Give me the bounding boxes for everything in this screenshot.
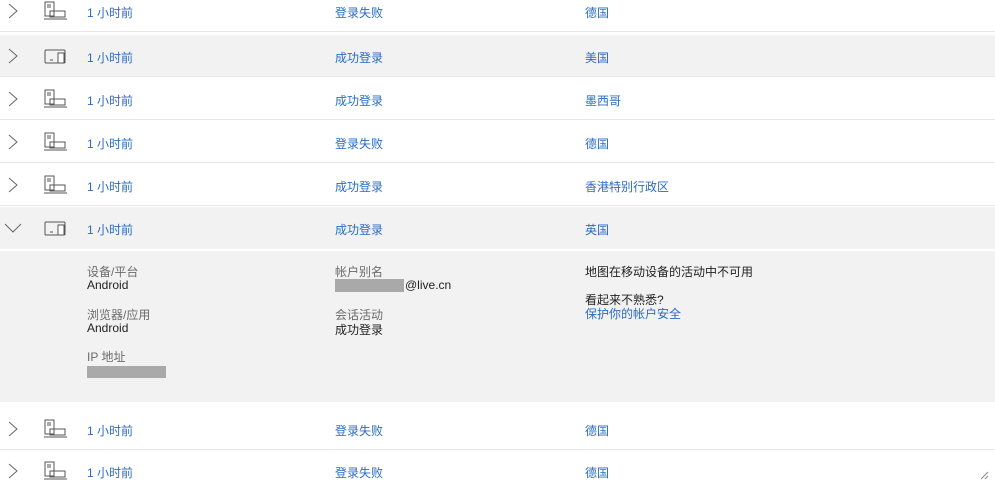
desktop-icon: [44, 1, 67, 20]
activity-row[interactable]: 1 小时前 成功登录 美国: [0, 35, 995, 77]
desktop-icon: [44, 89, 67, 108]
activity-location[interactable]: 德国: [585, 422, 609, 439]
activity-status[interactable]: 登录失败: [335, 135, 383, 152]
activity-row[interactable]: 1 小时前 成功登录 墨西哥: [0, 78, 995, 120]
activity-status[interactable]: 成功登录: [335, 221, 383, 238]
activity-status[interactable]: 登录失败: [335, 422, 383, 439]
session-activity-value: 成功登录: [335, 323, 384, 337]
chevron-right-icon[interactable]: [6, 91, 20, 107]
activity-status[interactable]: 成功登录: [335, 178, 383, 195]
map-unavailable-text: 地图在移动设备的活动中不可用: [585, 265, 754, 279]
browser-app-value: Android: [87, 321, 129, 335]
activity-status[interactable]: 成功登录: [335, 92, 383, 109]
activity-location[interactable]: 墨西哥: [585, 92, 621, 109]
secure-account-link[interactable]: 保护你的帐户安全: [585, 305, 681, 322]
activity-row[interactable]: 1 小时前 登录失败 德国: [0, 408, 995, 450]
account-alias-domain: @live.cn: [405, 278, 452, 292]
chevron-right-icon[interactable]: [6, 463, 20, 479]
activity-location[interactable]: 美国: [585, 49, 609, 66]
desktop-icon: [44, 419, 67, 438]
activity-status[interactable]: 成功登录: [335, 49, 383, 66]
activity-location[interactable]: 德国: [585, 464, 609, 481]
resize-grip-icon[interactable]: [979, 470, 989, 480]
activity-row[interactable]: 1 小时前 登录失败 德国: [0, 121, 995, 163]
activity-row[interactable]: 1 小时前 成功登录 香港特别行政区: [0, 164, 995, 206]
chevron-right-icon[interactable]: [6, 3, 20, 19]
activity-time[interactable]: 1 小时前: [87, 4, 133, 21]
desktop-icon: [44, 175, 67, 194]
ip-address-redacted: [87, 366, 166, 378]
activity-location[interactable]: 德国: [585, 4, 609, 21]
chevron-right-icon[interactable]: [6, 421, 20, 437]
activity-status[interactable]: 登录失败: [335, 464, 383, 481]
tablet-icon: [44, 49, 66, 64]
activity-detail-panel: 设备/平台 Android 浏览器/应用 Android IP 地址 帐户别名 …: [0, 251, 995, 402]
chevron-right-icon[interactable]: [6, 177, 20, 193]
chevron-right-icon[interactable]: [6, 48, 20, 64]
activity-row[interactable]: 1 小时前 登录失败 德国: [0, 450, 995, 492]
activity-status[interactable]: 登录失败: [335, 4, 383, 21]
activity-row-expanded[interactable]: 1 小时前 成功登录 英国: [0, 207, 995, 249]
account-alias-redacted: [335, 279, 404, 292]
chevron-right-icon[interactable]: [6, 134, 20, 150]
ip-address-label: IP 地址: [87, 350, 126, 364]
activity-location[interactable]: 英国: [585, 221, 609, 238]
desktop-icon: [44, 132, 67, 151]
activity-time[interactable]: 1 小时前: [87, 464, 133, 481]
chevron-down-icon[interactable]: [4, 220, 22, 236]
activity-time[interactable]: 1 小时前: [87, 92, 133, 109]
account-alias-label: 帐户别名: [335, 265, 384, 279]
activity-time[interactable]: 1 小时前: [87, 422, 133, 439]
activity-time[interactable]: 1 小时前: [87, 178, 133, 195]
activity-time[interactable]: 1 小时前: [87, 135, 133, 152]
activity-time[interactable]: 1 小时前: [87, 221, 133, 238]
device-platform-value: Android: [87, 278, 129, 292]
activity-location[interactable]: 德国: [585, 135, 609, 152]
activity-row[interactable]: 1 小时前 登录失败 德国: [0, 0, 995, 32]
tablet-icon: [44, 221, 66, 236]
activity-time[interactable]: 1 小时前: [87, 49, 133, 66]
activity-location[interactable]: 香港特别行政区: [585, 178, 669, 195]
desktop-icon: [44, 461, 67, 480]
